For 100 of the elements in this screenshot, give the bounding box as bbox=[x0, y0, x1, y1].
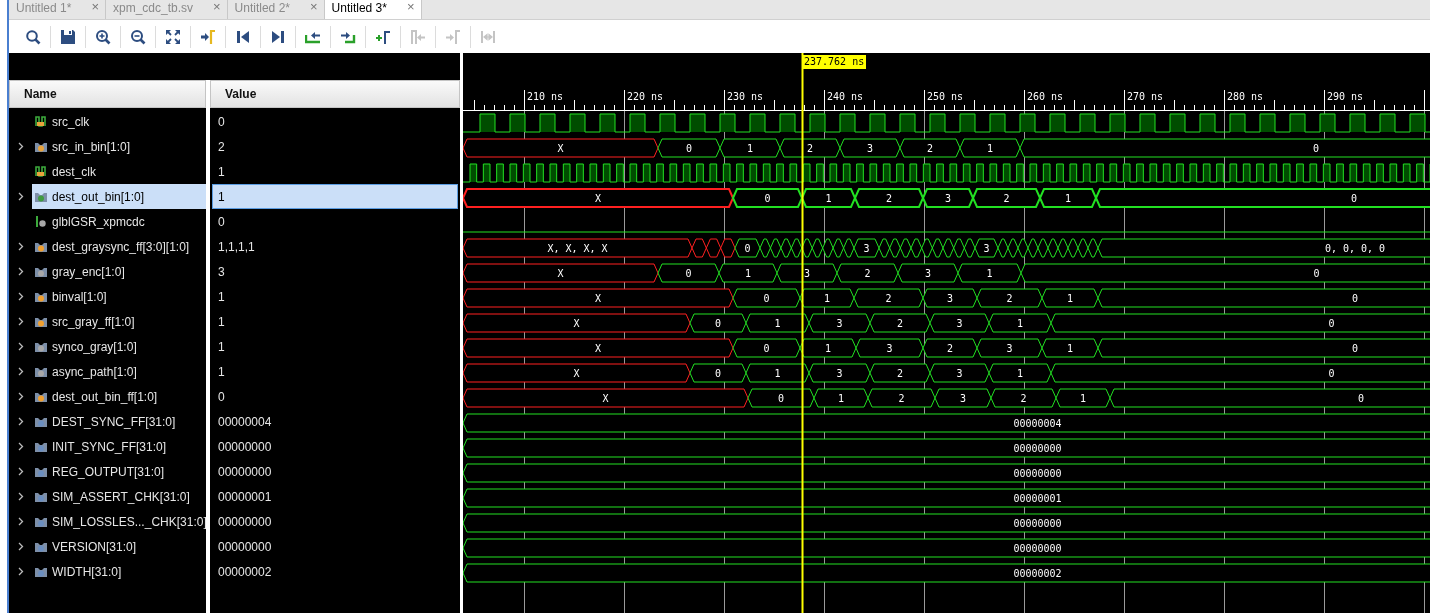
expand-chevron-icon[interactable] bbox=[18, 442, 24, 451]
signal-name: gray_enc[1:0] bbox=[52, 264, 125, 279]
signal-value: 1 bbox=[217, 363, 226, 381]
wave-value: 3 bbox=[956, 368, 963, 379]
wave-value: 3 bbox=[925, 268, 931, 279]
bus-icon bbox=[34, 240, 48, 253]
signal-value: 00000000 bbox=[217, 538, 273, 556]
wave-value: 1 bbox=[747, 143, 753, 154]
signal-name: src_clk bbox=[52, 114, 90, 129]
parameter-icon bbox=[34, 515, 48, 528]
expand-chevron-icon[interactable] bbox=[18, 392, 24, 401]
close-tab-button[interactable]: × bbox=[310, 1, 318, 13]
bracket-span-icon bbox=[480, 28, 496, 45]
signal-row[interactable]: src_in_bin[1:0] bbox=[32, 134, 206, 159]
wave-value: 0 bbox=[1358, 393, 1364, 404]
expand-chevron-icon[interactable] bbox=[18, 342, 24, 351]
expand-chevron-icon[interactable] bbox=[18, 567, 24, 576]
signal-row[interactable]: src_gray_ff[1:0] bbox=[32, 309, 206, 334]
signal-row[interactable]: DEST_SYNC_FF[31:0] bbox=[32, 409, 206, 434]
signal-row[interactable]: REG_OUTPUT[31:0] bbox=[32, 459, 206, 484]
signal-value: 00000004 bbox=[217, 413, 273, 431]
signal-value: 00000000 bbox=[217, 438, 273, 456]
wave-value: X bbox=[557, 268, 564, 279]
wave-value: 1 bbox=[774, 368, 781, 379]
signal-row[interactable]: VERSION[31:0] bbox=[32, 534, 206, 559]
wave-value: 2 bbox=[1020, 393, 1027, 404]
column-header[interactable]: Value bbox=[210, 80, 460, 108]
wave-value: 0 bbox=[763, 343, 770, 354]
expand-chevron-icon[interactable] bbox=[18, 242, 24, 251]
signal-row[interactable]: dest_clk bbox=[32, 159, 206, 184]
expand-chevron-icon[interactable] bbox=[18, 492, 24, 501]
bus-icon bbox=[34, 190, 48, 203]
skip-back-icon bbox=[235, 28, 251, 45]
parameter-icon bbox=[34, 440, 48, 453]
bus-icon bbox=[34, 315, 48, 328]
wave-value: 1 bbox=[825, 343, 831, 354]
wave-value: X bbox=[602, 393, 609, 404]
signal-row[interactable]: SIM_LOSSLES..._CHK[31:0] bbox=[32, 509, 207, 534]
tab[interactable]: xpm_cdc_tb.sv × bbox=[105, 0, 228, 19]
signal-row[interactable]: dest_graysync_ff[3:0][1:0] bbox=[32, 234, 206, 259]
wave-value: 0 bbox=[1352, 343, 1358, 354]
time-label: 290 ns bbox=[1327, 91, 1364, 102]
expand-chevron-icon[interactable] bbox=[18, 292, 24, 301]
wave-value: X bbox=[557, 143, 564, 154]
parameter-icon bbox=[34, 415, 48, 428]
add-marker-icon bbox=[375, 28, 391, 45]
expand-chevron-icon[interactable] bbox=[18, 367, 24, 376]
wave-value: 2 bbox=[898, 393, 905, 404]
time-label: 240 ns bbox=[827, 91, 864, 102]
expand-chevron-icon[interactable] bbox=[18, 542, 24, 551]
signal-value: 1 bbox=[212, 184, 458, 209]
cursor-line[interactable] bbox=[801, 53, 804, 613]
signal-row[interactable]: glblGSR_xpmcdc bbox=[32, 209, 206, 234]
wave-value: X bbox=[573, 368, 580, 379]
zoom-in-icon bbox=[95, 28, 111, 45]
wave-value: 00000004 bbox=[1013, 418, 1062, 429]
tab[interactable]: Untitled 1* × bbox=[9, 0, 106, 19]
expand-chevron-icon[interactable] bbox=[18, 267, 24, 276]
close-tab-button[interactable]: × bbox=[91, 1, 99, 13]
signal-row[interactable]: async_path[1:0] bbox=[32, 359, 206, 384]
expand-chevron-icon[interactable] bbox=[18, 192, 24, 201]
arrow-bracket-icon bbox=[445, 28, 461, 45]
expand-chevron-icon[interactable] bbox=[18, 417, 24, 426]
wave-value: 0 bbox=[1352, 293, 1358, 304]
wave-value: 1 bbox=[825, 193, 832, 204]
signal-row[interactable]: SIM_ASSERT_CHK[31:0] bbox=[32, 484, 206, 509]
signal-row[interactable]: dest_out_bin_ff[1:0] bbox=[32, 384, 206, 409]
tab[interactable]: Untitled 2* × bbox=[227, 0, 325, 19]
signal-row[interactable]: WIDTH[31:0] bbox=[32, 559, 206, 584]
expand-chevron-icon[interactable] bbox=[18, 317, 24, 326]
close-tab-button[interactable]: × bbox=[406, 1, 415, 13]
pulse-icon bbox=[34, 165, 48, 178]
close-tab-button[interactable]: × bbox=[213, 1, 221, 13]
expand-chevron-icon[interactable] bbox=[18, 142, 24, 151]
wave-value: 3 bbox=[960, 393, 966, 404]
bus-icon bbox=[34, 140, 48, 153]
signal-value: 00000000 bbox=[217, 513, 273, 531]
wave-value: 0 bbox=[686, 143, 692, 154]
signal-row[interactable]: INIT_SYNC_FF[31:0] bbox=[32, 434, 206, 459]
wave-value: 2 bbox=[864, 268, 871, 279]
signal-row[interactable]: synco_gray[1:0] bbox=[32, 334, 206, 359]
signal-row[interactable]: dest_out_bin[1:0] bbox=[32, 184, 206, 209]
signal-value: 3 bbox=[217, 263, 226, 281]
column-header[interactable]: Name bbox=[9, 80, 206, 108]
signal-name: binval[1:0] bbox=[52, 289, 107, 304]
wire-icon bbox=[34, 215, 48, 228]
signal-row[interactable]: binval[1:0] bbox=[32, 284, 206, 309]
tab[interactable]: Untitled 3* × bbox=[324, 0, 422, 19]
wave-value: 00000000 bbox=[1013, 468, 1062, 479]
signal-value: 00000000 bbox=[217, 463, 273, 481]
signal-name: src_gray_ff[1:0] bbox=[52, 314, 135, 329]
expand-chevron-icon[interactable] bbox=[18, 467, 24, 476]
expand-chevron-icon[interactable] bbox=[18, 517, 24, 526]
wave-value: 3 bbox=[1006, 343, 1013, 354]
signal-row[interactable]: gray_enc[1:0] bbox=[32, 259, 206, 284]
signal-name: glblGSR_xpmcdc bbox=[52, 214, 145, 229]
wave-value: 2 bbox=[1003, 193, 1010, 204]
time-label: 250 ns bbox=[927, 91, 964, 102]
signal-row[interactable]: src_clk bbox=[32, 109, 206, 134]
wave-value: 3 bbox=[886, 343, 893, 354]
